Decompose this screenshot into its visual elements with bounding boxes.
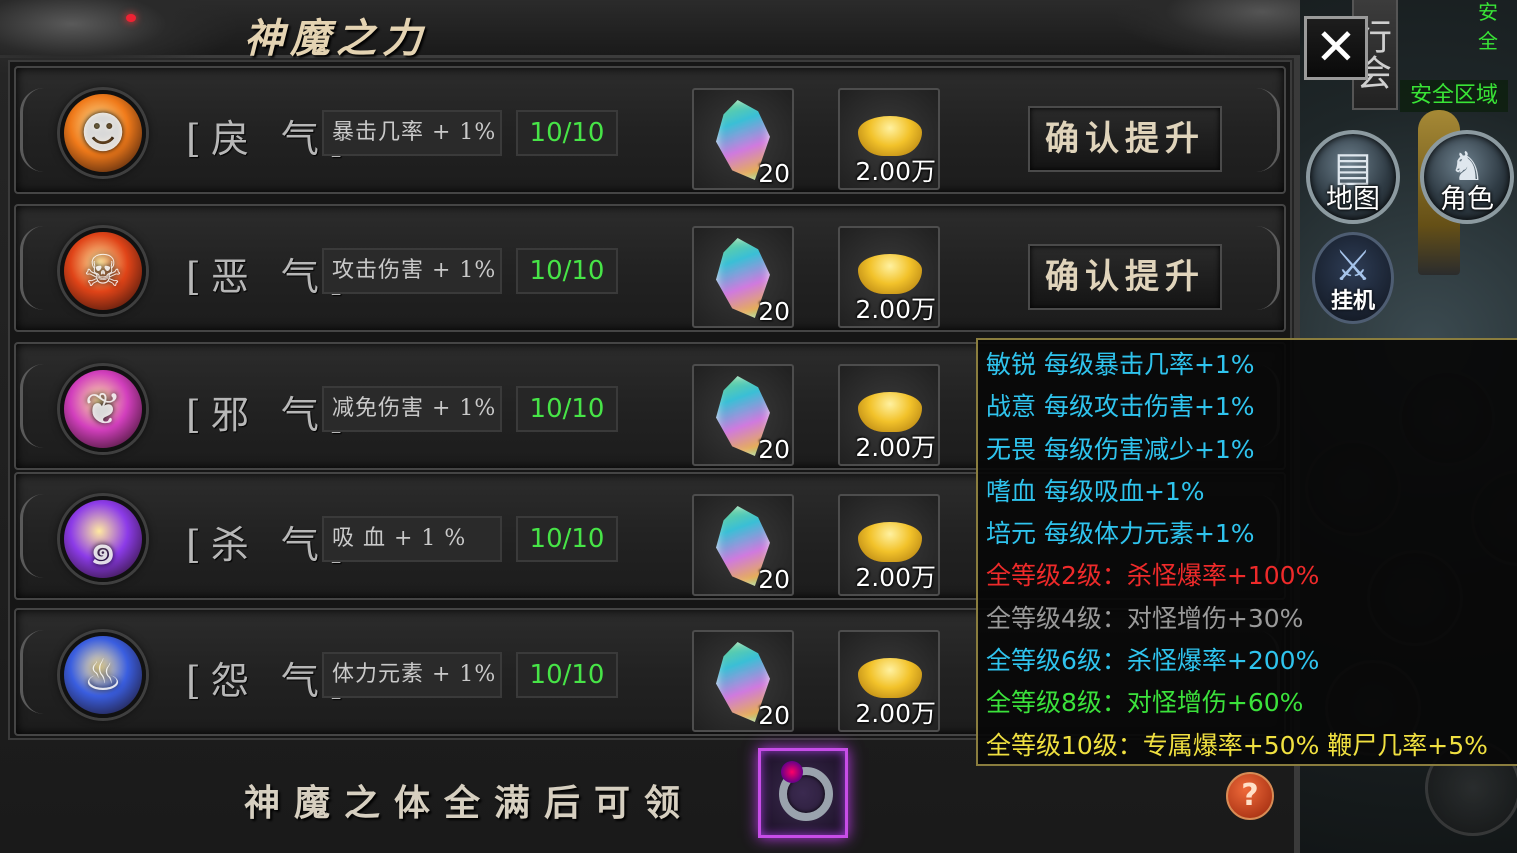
tooltip-line: 无畏 每级伤害减少+1% [986,434,1255,464]
safe-zone-top-label: 安全 [1478,0,1498,53]
gold-cost-count: 2.00万 [855,699,936,728]
attribute-orb-icon: ☻ [60,90,146,176]
row-ornament-left [20,494,44,578]
map-button[interactable]: ▤ 地图 [1306,130,1400,224]
attribute-orb-icon: ❦ [60,366,146,452]
tooltip-line: 全等级2级：杀怪爆率+100% [986,561,1320,591]
tooltip-line: 全等级4级：对怪增伤+30% [986,603,1304,633]
attribute-effect: 攻击伤害 + 1% [322,248,502,294]
safe-zone-label: 安全区域 [1400,80,1508,112]
role-button[interactable]: ♞ 角色 [1420,130,1514,224]
crystal-cost-count: 20 [758,297,790,326]
crystal-cost-count: 20 [758,435,790,464]
crystal-cost-slot[interactable]: 20 [692,364,794,466]
confirm-upgrade-button[interactable]: 确认提升 [1028,244,1222,310]
close-button[interactable]: ✕ [1304,16,1368,80]
title-ornament-right [1110,0,1300,60]
spirit-face-icon: ❦ [84,384,122,435]
reward-hint: 神魔之体全满后可领 [244,782,695,824]
tooltip-line: 全等级8级：对怪增伤+60% [986,688,1304,718]
crystal-cost-slot[interactable]: 20 [692,494,794,596]
row-ornament-left [20,630,44,714]
attribute-effect: 吸 血 + 1 % [322,516,502,562]
gold-ingot-icon [858,658,922,698]
auto-battle-button[interactable]: ⚔ 挂机 [1312,232,1394,324]
crystal-cost-count: 20 [758,701,790,730]
attribute-level: 10/10 [516,386,618,432]
tooltip-line: 全等级10级：专属爆率+50% 鞭尸几率+5% [986,730,1488,760]
attribute-effect: 体力元素 + 1% [322,652,502,698]
tooltip-line: 战意 每级攻击伤害+1% [986,392,1255,422]
gold-ingot-icon [858,392,922,432]
attribute-level: 10/10 [516,110,618,156]
row-ornament-left [20,226,44,310]
spirit-face-icon: ๑ [89,524,117,575]
crystal-cost-slot[interactable]: 20 [692,226,794,328]
spirit-face-icon: ☻ [80,108,126,159]
gold-cost-slot[interactable]: 2.00万 [838,88,940,190]
auto-battle-label: 挂机 [1330,288,1375,314]
attribute-level: 10/10 [516,652,618,698]
tooltip-line: 嗜血 每级吸血+1% [986,476,1205,506]
attribute-level: 10/10 [516,516,618,562]
reward-ring-slot[interactable] [758,748,848,838]
gold-ingot-icon [858,522,922,562]
attribute-effect: 暴击几率 + 1% [322,110,502,156]
row-ornament-left [20,88,44,172]
attribute-orb-icon: ☠ [60,228,146,314]
gold-cost-slot[interactable]: 2.00万 [838,630,940,732]
gold-cost-slot[interactable]: 2.00万 [838,494,940,596]
row-ornament-left [20,364,44,448]
attribute-orb-icon: ♨ [60,632,146,718]
gold-cost-slot[interactable]: 2.00万 [838,364,940,466]
tooltip-line: 培元 每级体力元素+1% [986,519,1255,549]
crystal-cost-count: 20 [758,159,790,188]
gold-ingot-icon [858,254,922,294]
attribute-row: ☠ [恶 气] 攻击伤害 + 1% 10/10 20 2.00万 确认提升 [14,204,1286,332]
spirit-face-icon: ♨ [83,650,123,701]
crystal-cost-count: 20 [758,565,790,594]
attribute-orb-icon: ๑ [60,496,146,582]
tooltip-line: 敏锐 每级暴击几率+1% [986,350,1255,379]
gold-cost-count: 2.00万 [855,433,936,462]
panel-title: 神魔之力 [244,15,428,62]
bonus-tooltip: 敏锐 每级暴击几率+1% 战意 每级攻击伤害+1% 无畏 每级伤害减少+1% 嗜血 每… [976,338,1517,766]
gold-cost-slot[interactable]: 2.00万 [838,226,940,328]
help-button[interactable]: ? [1226,772,1274,820]
attribute-effect: 减免伤害 + 1% [322,386,502,432]
spirit-face-icon: ☠ [83,246,123,297]
gold-cost-count: 2.00万 [855,563,936,592]
confirm-upgrade-button[interactable]: 确认提升 [1028,106,1222,172]
crystal-cost-slot[interactable]: 20 [692,88,794,190]
attribute-level: 10/10 [516,248,618,294]
gold-ingot-icon [858,116,922,156]
row-ornament-right [1256,88,1280,172]
crystal-cost-slot[interactable]: 20 [692,630,794,732]
attribute-row: ☻ [戾 气] 暴击几率 + 1% 10/10 20 2.00万 确认提升 [14,66,1286,194]
tooltip-line: 全等级6级：杀怪爆率+200% [986,646,1320,676]
gold-cost-count: 2.00万 [855,157,936,186]
ring-gem-icon [781,761,803,783]
map-button-label: 地图 [1326,184,1380,215]
gold-cost-count: 2.00万 [855,295,936,324]
row-ornament-right [1256,226,1280,310]
role-button-label: 角色 [1440,184,1494,215]
